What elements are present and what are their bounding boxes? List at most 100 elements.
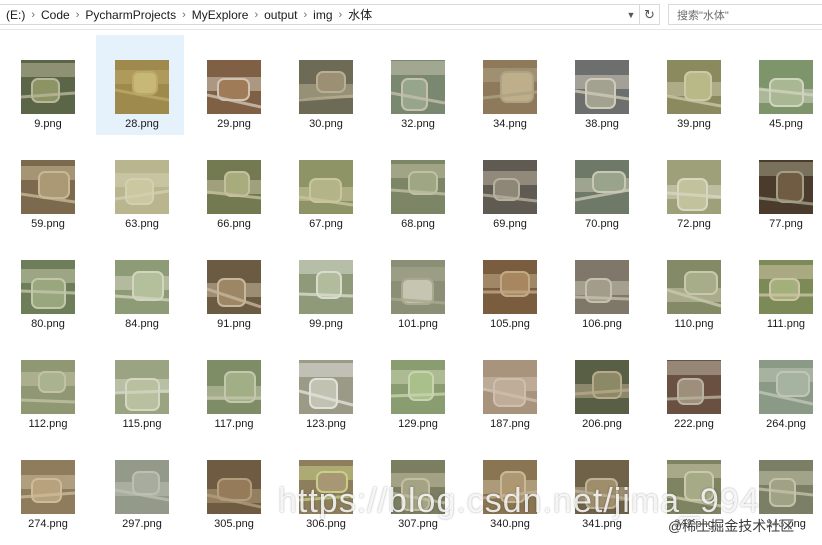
file-item[interactable]: 115.png: [96, 335, 184, 435]
file-item[interactable]: 66.png: [188, 135, 276, 235]
image-thumbnail[interactable]: [115, 260, 169, 314]
image-thumbnail[interactable]: [667, 60, 721, 114]
chevron-right-icon[interactable]: ›: [337, 9, 345, 21]
file-item[interactable]: 99.png: [280, 235, 368, 335]
file-item[interactable]: 123.png: [280, 335, 368, 435]
breadcrumb-current-folder[interactable]: 水体: [344, 6, 376, 23]
file-item[interactable]: 9.png: [2, 35, 90, 135]
image-thumbnail[interactable]: [759, 160, 813, 214]
image-thumbnail[interactable]: [391, 60, 445, 114]
image-thumbnail[interactable]: [483, 60, 537, 114]
search-input[interactable]: 搜索"水体": [668, 4, 822, 25]
file-item[interactable]: 340.png: [464, 435, 552, 535]
image-thumbnail[interactable]: [207, 160, 261, 214]
image-thumbnail[interactable]: [759, 60, 813, 114]
image-thumbnail[interactable]: [207, 460, 261, 514]
image-thumbnail[interactable]: [575, 60, 629, 114]
image-thumbnail[interactable]: [21, 360, 75, 414]
history-dropdown-icon[interactable]: ▼: [623, 5, 639, 24]
image-thumbnail[interactable]: [667, 260, 721, 314]
file-item[interactable]: 305.png: [188, 435, 276, 535]
image-thumbnail[interactable]: [483, 460, 537, 514]
file-item[interactable]: 307.png: [372, 435, 460, 535]
file-item[interactable]: 39.png: [648, 35, 736, 135]
file-item[interactable]: 77.png: [740, 135, 822, 235]
breadcrumb-img[interactable]: img: [309, 8, 336, 22]
image-thumbnail[interactable]: [575, 460, 629, 514]
chevron-right-icon[interactable]: ›: [301, 9, 309, 21]
image-thumbnail[interactable]: [299, 260, 353, 314]
image-thumbnail[interactable]: [21, 60, 75, 114]
image-thumbnail[interactable]: [483, 260, 537, 314]
breadcrumb-output[interactable]: output: [260, 8, 301, 22]
image-thumbnail[interactable]: [299, 460, 353, 514]
file-item[interactable]: 222.png: [648, 335, 736, 435]
file-item[interactable]: 101.png: [372, 235, 460, 335]
file-item[interactable]: 106.png: [556, 235, 644, 335]
file-item[interactable]: 29.png: [188, 35, 276, 135]
image-thumbnail[interactable]: [207, 60, 261, 114]
file-item[interactable]: 80.png: [2, 235, 90, 335]
image-thumbnail[interactable]: [483, 360, 537, 414]
file-item[interactable]: 105.png: [464, 235, 552, 335]
breadcrumb-myexplore[interactable]: MyExplore: [188, 8, 253, 22]
file-item[interactable]: 343.png: [740, 435, 822, 535]
file-item[interactable]: 341.png: [556, 435, 644, 535]
file-item[interactable]: 30.png: [280, 35, 368, 135]
file-item[interactable]: 84.png: [96, 235, 184, 335]
image-thumbnail[interactable]: [575, 260, 629, 314]
image-thumbnail[interactable]: [115, 460, 169, 514]
file-item[interactable]: 264.png: [740, 335, 822, 435]
file-item[interactable]: 70.png: [556, 135, 644, 235]
file-item[interactable]: 129.png: [372, 335, 460, 435]
file-item[interactable]: 110.png: [648, 235, 736, 335]
file-item[interactable]: 342.png: [648, 435, 736, 535]
image-thumbnail[interactable]: [21, 260, 75, 314]
image-thumbnail[interactable]: [759, 460, 813, 514]
image-thumbnail[interactable]: [759, 260, 813, 314]
image-thumbnail[interactable]: [391, 260, 445, 314]
image-thumbnail[interactable]: [391, 460, 445, 514]
image-thumbnail[interactable]: [207, 260, 261, 314]
image-thumbnail[interactable]: [299, 160, 353, 214]
file-item[interactable]: 68.png: [372, 135, 460, 235]
file-item[interactable]: 91.png: [188, 235, 276, 335]
image-thumbnail[interactable]: [21, 160, 75, 214]
breadcrumb-pycharmprojects[interactable]: PycharmProjects: [81, 8, 180, 22]
image-thumbnail[interactable]: [21, 460, 75, 514]
image-thumbnail[interactable]: [115, 160, 169, 214]
image-thumbnail[interactable]: [391, 160, 445, 214]
image-thumbnail[interactable]: [299, 60, 353, 114]
file-item[interactable]: 187.png: [464, 335, 552, 435]
file-item[interactable]: 112.png: [2, 335, 90, 435]
chevron-right-icon[interactable]: ›: [180, 9, 188, 21]
file-item[interactable]: 72.png: [648, 135, 736, 235]
file-item[interactable]: 34.png: [464, 35, 552, 135]
file-item[interactable]: 38.png: [556, 35, 644, 135]
breadcrumb-code[interactable]: Code: [37, 8, 74, 22]
image-thumbnail[interactable]: [115, 360, 169, 414]
file-item[interactable]: 32.png: [372, 35, 460, 135]
file-item[interactable]: 45.png: [740, 35, 822, 135]
file-item[interactable]: 274.png: [2, 435, 90, 535]
file-item[interactable]: 28.png: [96, 35, 184, 135]
image-thumbnail[interactable]: [483, 160, 537, 214]
image-thumbnail[interactable]: [667, 360, 721, 414]
file-item[interactable]: 69.png: [464, 135, 552, 235]
file-item[interactable]: 117.png: [188, 335, 276, 435]
chevron-right-icon[interactable]: ›: [252, 9, 260, 21]
image-thumbnail[interactable]: [667, 460, 721, 514]
image-thumbnail[interactable]: [667, 160, 721, 214]
file-item[interactable]: 63.png: [96, 135, 184, 235]
file-item[interactable]: 306.png: [280, 435, 368, 535]
file-item[interactable]: 206.png: [556, 335, 644, 435]
image-thumbnail[interactable]: [299, 360, 353, 414]
image-thumbnail[interactable]: [759, 360, 813, 414]
breadcrumb-drive[interactable]: (E:): [2, 8, 29, 22]
file-item[interactable]: 297.png: [96, 435, 184, 535]
image-thumbnail[interactable]: [575, 160, 629, 214]
image-thumbnail[interactable]: [115, 60, 169, 114]
file-item[interactable]: 111.png: [740, 235, 822, 335]
image-thumbnail[interactable]: [391, 360, 445, 414]
file-item[interactable]: 67.png: [280, 135, 368, 235]
